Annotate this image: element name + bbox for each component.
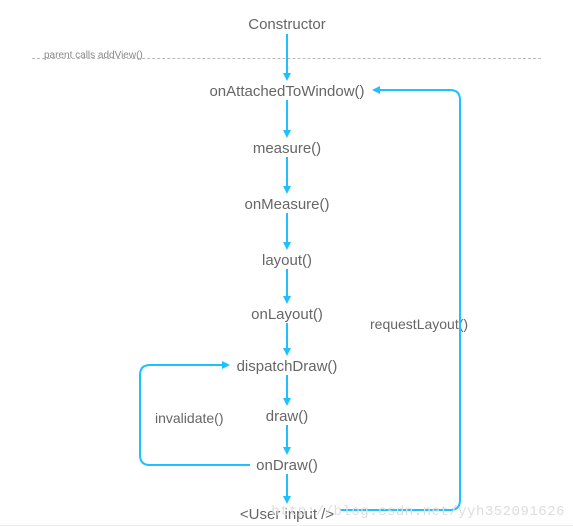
watermark: http://blog.csdn.net/yyh352091626 [271, 504, 565, 520]
flow-arrows [0, 0, 573, 526]
